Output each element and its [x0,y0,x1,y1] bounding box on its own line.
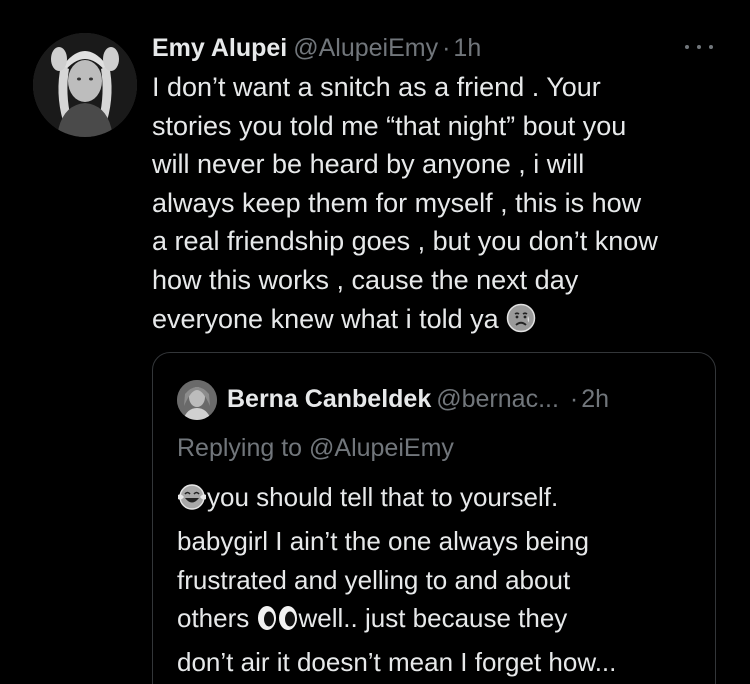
tweet-text-line: a real friendship goes , but you don’t k… [152,226,658,257]
quote-author-handle[interactable]: @bernac... [436,385,559,413]
quote-text-line-4-after: well.. just because they [298,603,568,634]
more-options-button[interactable] [682,36,716,58]
tweet-text: I don’t want a snitch as a friend . Your… [152,68,742,343]
quote-author-name[interactable]: Berna Canbeldek [227,385,431,413]
tweet-text-line: will never be heard by anyone , i will [152,149,585,180]
replying-to-label: Replying to @AlupeiEmy [177,434,454,462]
separator-dot: · [569,385,579,413]
quote-header: Berna Canbeldek @bernac... · 2h [227,381,609,417]
author-handle[interactable]: @AlupeiEmy [293,34,438,62]
tweet-text-line: I don’t want a snitch as a friend . Your [152,72,601,102]
quote-text-line-3: frustrated and yelling to and about [177,564,571,595]
quote-timestamp[interactable]: 2h [581,385,609,413]
tweet-header: Emy Alupei @AlupeiEmy · 1h [152,31,481,65]
tears-of-joy-emoji-icon [177,483,207,522]
quote-text-line-1: you should tell that to yourself. [207,482,559,512]
more-options-icon [685,45,713,49]
author-avatar[interactable] [33,33,137,137]
tweet-text-line: everyone knew what i told ya [152,303,499,334]
tweet-text-line: stories you told me “that night” bout yo… [152,110,627,141]
quote-author-avatar[interactable] [177,380,217,420]
quote-text-line-5: don’t air it doesn’t mean I forget how..… [177,647,617,678]
quote-text-line-4: others well.. just because they [177,599,707,643]
quoted-tweet-card[interactable]: Berna Canbeldek @bernac... · 2h Replying t… [152,352,716,684]
quote-text: you should tell that to yourself. babygi… [177,478,707,682]
quote-text-line-4-before: others [177,603,257,634]
tweet-text-line: always keep them for myself , this is ho… [152,187,642,218]
author-name[interactable]: Emy Alupei [152,34,287,62]
tweet-text-line: how this works , cause the next day [152,264,579,295]
tweet-text-last-line: everyone knew what i told ya [152,300,742,344]
quote-text-line: you should tell that to yourself. [177,478,707,522]
sad-face-emoji-icon [506,303,536,344]
separator-dot: · [442,34,451,62]
quote-text-line-2: babygirl I ain’t the one always being [177,525,589,556]
eyes-emoji-icon [257,604,299,643]
tweet-timestamp[interactable]: 1h [453,34,481,62]
